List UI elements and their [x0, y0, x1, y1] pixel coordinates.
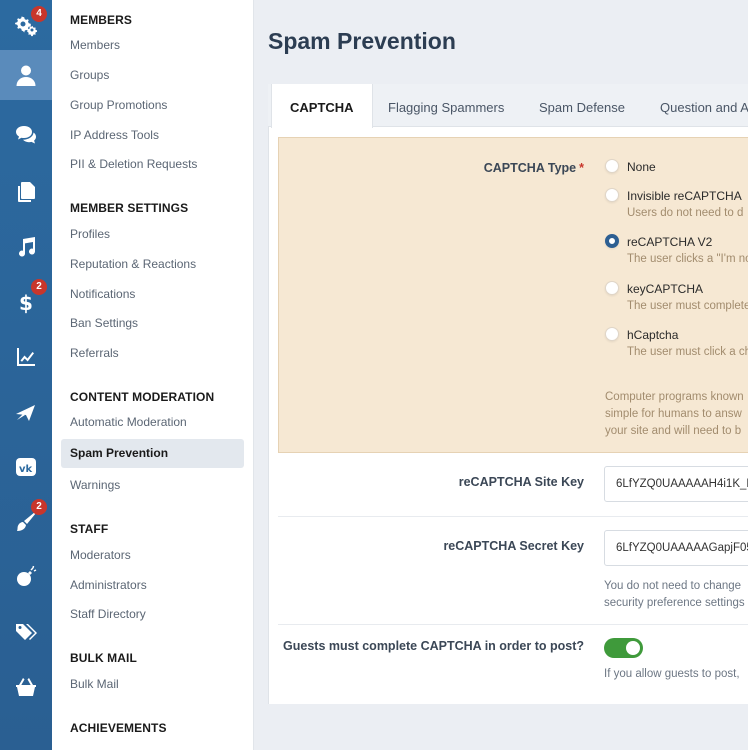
- radio-hcaptcha[interactable]: [605, 327, 619, 341]
- nav-link-groups[interactable]: Groups: [70, 68, 109, 82]
- notification-badge: 2: [31, 499, 47, 515]
- guests-captcha-label: Guests must complete CAPTCHA in order to…: [283, 639, 584, 653]
- rail-item-music[interactable]: [0, 222, 52, 272]
- option-desc-keycaptcha: The user must complete: [627, 300, 748, 312]
- nav-link-warnings[interactable]: Warnings: [70, 478, 120, 492]
- site-key-label: reCAPTCHA Site Key: [458, 475, 584, 489]
- option-label-keycaptcha: keyCAPTCHA: [627, 282, 704, 296]
- rail-item-vk[interactable]: vk: [0, 442, 52, 492]
- nav-heading-content-moderation: CONTENT MODERATION: [70, 390, 215, 404]
- option-label-none: None: [627, 160, 656, 174]
- captcha-explanation-line: your site and will need to b: [605, 425, 742, 437]
- rail-item-promote[interactable]: [0, 387, 52, 437]
- rail-item-commerce[interactable]: $ 2: [0, 277, 52, 327]
- nav-link-notifications[interactable]: Notifications: [70, 287, 135, 301]
- row-divider: [278, 516, 748, 517]
- rail-item-stats[interactable]: [0, 332, 52, 382]
- secret-key-label: reCAPTCHA Secret Key: [443, 539, 584, 553]
- rail-item-customization[interactable]: 2: [0, 497, 52, 547]
- captcha-type-label: CAPTCHA Type *: [483, 161, 584, 175]
- nav-link-staff-directory[interactable]: Staff Directory: [70, 607, 146, 621]
- radio-none[interactable]: [605, 159, 619, 173]
- nav-link-referrals[interactable]: Referrals: [70, 346, 119, 360]
- music-icon: [19, 237, 36, 257]
- nav-heading-staff: STAFF: [70, 522, 109, 536]
- option-label-hcaptcha: hCaptcha: [627, 328, 679, 342]
- copy-icon: [18, 182, 35, 202]
- tab-captcha[interactable]: CAPTCHA: [271, 84, 373, 128]
- nav-link-members[interactable]: Members: [70, 38, 120, 52]
- basket-icon: [16, 678, 36, 696]
- nav-heading-members: MEMBERS: [70, 13, 133, 27]
- nav-heading-bulk-mail: BULK MAIL: [70, 651, 137, 665]
- radio-keycaptcha[interactable]: [605, 281, 619, 295]
- rail-item-store[interactable]: [0, 662, 52, 712]
- sub-navigation: MEMBERS Members Groups Group Promotions …: [52, 0, 254, 750]
- notification-badge: 4: [31, 6, 47, 22]
- option-desc-hcaptcha: The user must click a ch: [627, 346, 748, 358]
- rail-item-forums[interactable]: [0, 110, 52, 160]
- tab-question-and-answer[interactable]: Question and A: [660, 84, 748, 127]
- tab-flagging-spammers[interactable]: Flagging Spammers: [388, 84, 504, 127]
- tab-spam-defense[interactable]: Spam Defense: [539, 84, 625, 127]
- guests-captcha-toggle[interactable]: [604, 638, 643, 658]
- nav-link-moderators[interactable]: Moderators: [70, 548, 131, 562]
- captcha-explanation-line: Computer programs known: [605, 391, 744, 403]
- nav-link-administrators[interactable]: Administrators: [70, 578, 147, 592]
- captcha-explanation-line: simple for humans to answ: [605, 408, 742, 420]
- radio-invisible-recaptcha[interactable]: [605, 188, 619, 202]
- required-asterisk: *: [579, 161, 584, 175]
- nav-link-automatic-moderation[interactable]: Automatic Moderation: [70, 415, 187, 429]
- chart-line-icon: [17, 348, 35, 366]
- guests-captcha-hint: If you allow guests to post,: [604, 668, 740, 680]
- option-label-invisible-recaptcha: Invisible reCAPTCHA: [627, 189, 742, 203]
- nav-link-ban-settings[interactable]: Ban Settings: [70, 316, 138, 330]
- icon-rail: 4 $ 2 vk 2 4: [0, 0, 52, 750]
- secret-key-hint: You do not need to change: [604, 580, 742, 592]
- rail-item-pages[interactable]: [0, 167, 52, 217]
- secret-key-hint: security preference settings: [604, 597, 745, 609]
- nav-link-spam-prevention[interactable]: Spam Prevention: [61, 439, 244, 468]
- nav-link-pii-deletion[interactable]: PII & Deletion Requests: [70, 157, 197, 171]
- tags-icon: [16, 624, 37, 640]
- option-label-recaptcha-v2: reCAPTCHA V2: [627, 235, 713, 249]
- user-icon: [16, 65, 36, 86]
- nav-link-profiles[interactable]: Profiles: [70, 227, 110, 241]
- settings-tabs: CAPTCHA Flagging Spammers Spam Defense Q…: [268, 84, 748, 128]
- bomb-icon: [17, 565, 37, 586]
- option-desc-invisible-recaptcha: Users do not need to d: [627, 207, 744, 219]
- rail-item-tags[interactable]: [0, 607, 52, 657]
- nav-link-bulk-mail[interactable]: Bulk Mail: [70, 677, 119, 691]
- svg-text:vk: vk: [19, 464, 33, 475]
- notification-badge: 2: [31, 279, 47, 295]
- rail-item-members[interactable]: [0, 50, 52, 100]
- rail-item-bomb[interactable]: [0, 552, 52, 602]
- rail-item-system[interactable]: 4: [0, 0, 52, 50]
- vk-icon: vk: [16, 458, 36, 476]
- comments-icon: [16, 126, 36, 144]
- nav-heading-achievements: ACHIEVEMENTS: [70, 721, 167, 735]
- nav-link-ip-address-tools[interactable]: IP Address Tools: [70, 128, 159, 142]
- secret-key-input[interactable]: 6LfYZQ0UAAAAAGapjF05: [604, 530, 748, 566]
- nav-link-group-promotions[interactable]: Group Promotions: [70, 98, 167, 112]
- row-divider: [278, 624, 748, 625]
- plane-icon: [16, 405, 35, 421]
- site-key-input[interactable]: 6LfYZQ0UAAAAAH4i1K_F: [604, 466, 748, 502]
- option-desc-recaptcha-v2: The user clicks a "I'm no: [627, 253, 748, 265]
- nav-link-reputation[interactable]: Reputation & Reactions: [70, 257, 196, 271]
- page-title: Spam Prevention: [268, 28, 456, 54]
- radio-recaptcha-v2[interactable]: [605, 234, 619, 248]
- svg-text:$: $: [19, 291, 33, 314]
- nav-heading-member-settings: MEMBER SETTINGS: [70, 201, 189, 215]
